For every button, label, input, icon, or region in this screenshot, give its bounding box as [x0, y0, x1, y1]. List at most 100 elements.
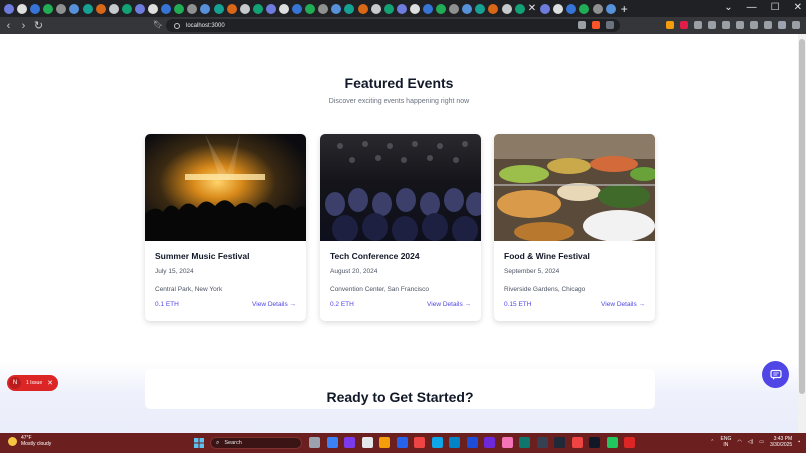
address-bar[interactable]: localhost:3000 — [166, 19, 620, 32]
chat-button[interactable] — [762, 361, 789, 388]
taskbar-app-icon[interactable] — [396, 437, 408, 448]
tab-favicon-icon[interactable] — [69, 3, 80, 14]
taskbar-app-icon[interactable] — [414, 437, 425, 448]
battery-icon[interactable]: ▭ — [759, 439, 764, 445]
taskbar-app-icon[interactable] — [571, 437, 583, 448]
tab-favicon-icon[interactable] — [265, 3, 276, 14]
bookmark-icon[interactable]: 🔖︎ — [153, 20, 163, 29]
tab-favicon-icon[interactable] — [56, 3, 67, 14]
issue-count-label[interactable]: 1 Issue — [26, 380, 42, 386]
tab-favicon-icon[interactable] — [462, 3, 473, 14]
view-details-link[interactable]: View Details → — [601, 301, 645, 308]
tab-favicon-icon[interactable] — [514, 3, 525, 14]
taskbar-app-icon[interactable] — [466, 437, 478, 448]
taskbar-app-icon[interactable] — [589, 437, 600, 448]
scrollbar-thumb[interactable] — [799, 39, 805, 394]
taskbar-app-icon[interactable] — [431, 437, 443, 448]
tab-favicon-icon[interactable] — [396, 3, 407, 14]
new-tab-button[interactable]: + — [621, 2, 628, 16]
taskbar-app-icon[interactable] — [484, 437, 495, 448]
vpn-icon[interactable] — [764, 21, 772, 29]
language-indicator[interactable]: ENG IN — [721, 436, 732, 448]
sidebar-icon[interactable] — [736, 21, 744, 29]
tab-favicon-icon[interactable] — [43, 3, 54, 14]
event-card[interactable]: Food & Wine Festival September 5, 2024 R… — [494, 134, 655, 321]
tab-favicon-icon[interactable] — [226, 3, 237, 14]
view-details-link[interactable]: View Details → — [252, 301, 296, 308]
clock[interactable]: 3:43 PM 3/30/2025 — [770, 436, 792, 448]
wallet-icon[interactable] — [750, 21, 758, 29]
tab-favicon-icon[interactable] — [82, 3, 93, 14]
tab-favicon-icon[interactable] — [501, 3, 512, 14]
dev-issues-badge[interactable]: N 1 Issue ✕ — [7, 375, 58, 391]
taskbar-search[interactable]: ⌕ Search — [210, 437, 302, 449]
brave-rewards-icon[interactable] — [606, 21, 614, 29]
tab-favicon-icon[interactable] — [30, 3, 41, 14]
tab-favicon-icon[interactable] — [370, 3, 381, 14]
taskbar-app-icon[interactable] — [606, 437, 618, 448]
tab-favicon-icon[interactable] — [553, 3, 564, 14]
taskbar-app-icon[interactable] — [519, 437, 530, 448]
brave-shield-icon[interactable] — [592, 21, 600, 29]
taskbar-app-icon[interactable] — [501, 437, 513, 448]
extension-icon[interactable] — [694, 21, 702, 29]
tab-favicon-icon[interactable] — [4, 3, 14, 14]
volume-icon[interactable]: ◁) — [748, 439, 754, 445]
tab-favicon-icon[interactable] — [292, 3, 303, 14]
tab-favicon-icon[interactable] — [579, 3, 590, 14]
reload-icon[interactable]: ↻ — [32, 19, 45, 32]
menu-icon[interactable] — [792, 21, 800, 29]
tab-favicon-icon[interactable] — [161, 3, 172, 14]
forward-icon[interactable]: › — [17, 20, 30, 32]
taskbar-app-icon[interactable] — [379, 437, 390, 448]
tab-favicon-icon[interactable] — [409, 3, 420, 14]
wifi-icon[interactable]: ◠ — [737, 439, 741, 445]
tab-favicon-icon[interactable] — [17, 3, 28, 14]
tab-favicon-icon[interactable] — [187, 3, 198, 14]
tab-favicon-icon[interactable] — [108, 3, 119, 14]
taskbar-app-icon[interactable] — [624, 437, 635, 448]
chevron-up-icon[interactable]: ⌃ — [710, 439, 714, 445]
view-details-link[interactable]: View Details → — [427, 301, 471, 308]
tab-favicon-icon[interactable] — [383, 3, 394, 14]
tab-favicon-icon[interactable] — [436, 3, 447, 14]
tab-favicon-icon[interactable] — [475, 3, 486, 14]
tab-favicon-icon[interactable] — [344, 3, 355, 14]
taskbar-app-icon[interactable] — [449, 437, 460, 448]
tab-favicon-icon[interactable] — [121, 3, 132, 14]
tab-search-icon[interactable]: ⌄ — [724, 2, 732, 13]
tab-favicon-icon[interactable] — [213, 3, 224, 14]
tab-favicon-icon[interactable] — [278, 3, 289, 14]
nextjs-logo-icon[interactable]: N — [9, 377, 21, 389]
tab-favicon-icon[interactable] — [423, 3, 433, 14]
windows-start-icon[interactable] — [194, 438, 204, 448]
taskbar-app-icon[interactable] — [344, 437, 355, 448]
taskbar-app-icon[interactable] — [554, 437, 565, 448]
event-card[interactable]: Tech Conference 2024 August 20, 2024 Con… — [320, 134, 481, 321]
tab-favicon-icon[interactable] — [305, 3, 316, 14]
tab-favicon-icon[interactable] — [540, 3, 551, 14]
maximize-button[interactable]: ☐ — [771, 2, 780, 13]
page-scrollbar[interactable] — [798, 34, 806, 433]
site-info-icon[interactable] — [174, 22, 180, 29]
tab-favicon-icon[interactable] — [318, 3, 329, 14]
close-tab-icon[interactable]: ✕ — [528, 3, 536, 14]
tab-favicon-icon[interactable] — [174, 3, 185, 14]
tab-favicon-icon[interactable] — [252, 3, 263, 14]
tab-favicon-icon[interactable] — [605, 3, 616, 14]
tab-favicon-icon[interactable] — [95, 3, 106, 14]
minimize-button[interactable]: — — [747, 2, 757, 13]
close-icon[interactable]: ✕ — [47, 379, 53, 387]
extension-icon[interactable] — [708, 21, 716, 29]
tab-favicon-icon[interactable] — [239, 3, 250, 14]
tab-favicon-icon[interactable] — [331, 3, 342, 14]
tab-favicon-icon[interactable] — [134, 3, 145, 14]
tab-favicon-icon[interactable] — [449, 3, 460, 14]
tab-favicon-icon[interactable] — [148, 3, 159, 14]
extension-icon[interactable] — [666, 21, 674, 29]
share-icon[interactable] — [578, 21, 586, 29]
close-window-button[interactable]: ✕ — [794, 2, 802, 13]
tab-favicon-icon[interactable] — [592, 3, 603, 14]
profile-icon[interactable] — [778, 21, 786, 29]
taskbar-app-icon[interactable] — [326, 437, 338, 448]
